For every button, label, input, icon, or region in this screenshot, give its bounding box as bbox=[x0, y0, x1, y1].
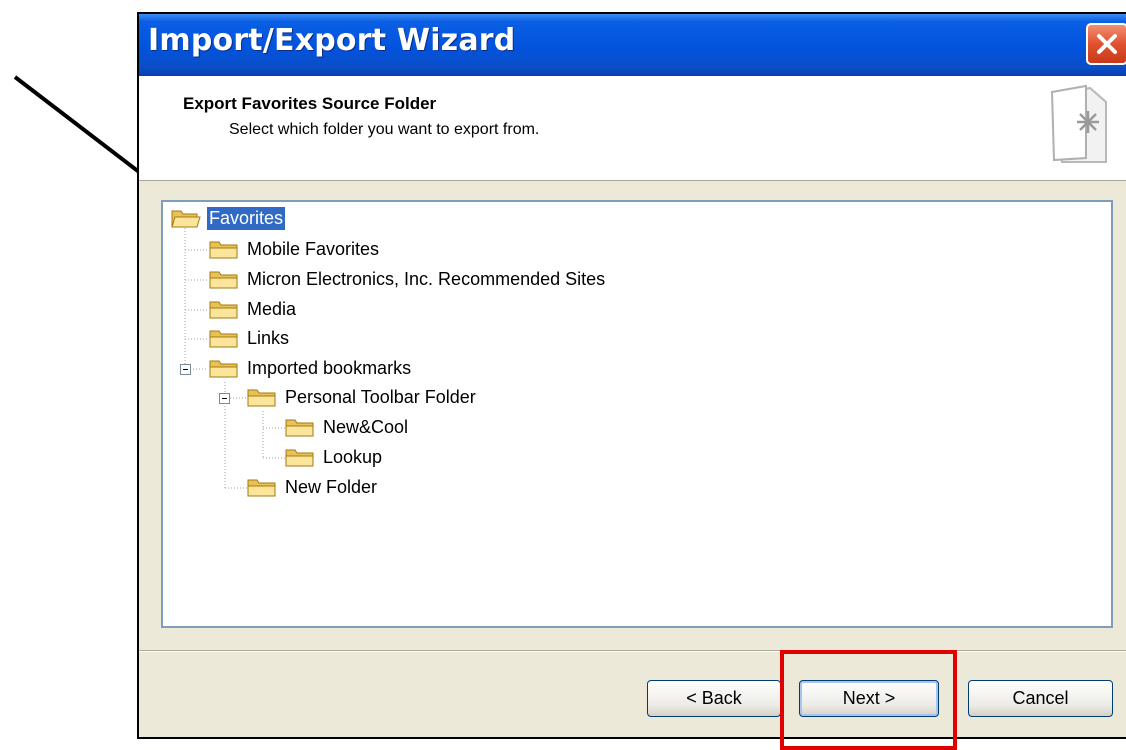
folder-icon bbox=[209, 330, 238, 348]
tree-node-label: Imported bookmarks bbox=[247, 357, 412, 378]
page-subtitle: Select which folder you want to export f… bbox=[229, 121, 540, 138]
folder-icon bbox=[209, 241, 238, 259]
tree-node-imported-bookmarks[interactable]: Imported bookmarks bbox=[209, 355, 413, 381]
tree-node-new-folder[interactable]: New Folder bbox=[247, 474, 379, 500]
wizard-header: Export Favorites Source Folder Select wh… bbox=[139, 76, 1126, 181]
tree-node-micron-recommended-sites[interactable]: Micron Electronics, Inc. Recommended Sit… bbox=[209, 266, 607, 292]
folder-icon bbox=[209, 301, 238, 319]
open-folder-icon bbox=[171, 210, 201, 228]
tree-node-label: Personal Toolbar Folder bbox=[285, 386, 476, 407]
tree-node-label: New Folder bbox=[285, 476, 378, 497]
back-button[interactable]: < Back bbox=[647, 680, 781, 717]
title-bar: Import/Export Wizard bbox=[139, 14, 1126, 76]
folder-icon bbox=[285, 449, 314, 467]
close-icon bbox=[1097, 34, 1117, 54]
page-title: Export Favorites Source Folder bbox=[183, 94, 437, 113]
folder-icon bbox=[247, 479, 276, 497]
tree-node-favorites[interactable]: Favorites bbox=[171, 205, 286, 231]
tree-node-label: Media bbox=[247, 298, 297, 319]
tree-node-label: Lookup bbox=[323, 446, 383, 467]
collapse-personal-toolbar-folder[interactable] bbox=[219, 393, 230, 404]
tree-node-label: Favorites bbox=[207, 206, 286, 230]
folder-icon bbox=[285, 419, 314, 437]
footer-divider bbox=[139, 650, 1126, 652]
tree-node-label: New&Cool bbox=[323, 416, 409, 437]
tree-node-label: Links bbox=[247, 327, 290, 348]
folder-icon bbox=[247, 389, 276, 407]
wizard-document-icon bbox=[1050, 84, 1107, 163]
folder-icon bbox=[209, 360, 238, 378]
cancel-button[interactable]: Cancel bbox=[968, 680, 1113, 717]
tree-node-mobile-favorites[interactable]: Mobile Favorites bbox=[209, 236, 381, 262]
collapse-imported-bookmarks[interactable] bbox=[180, 364, 191, 375]
tree-node-links[interactable]: Links bbox=[209, 325, 291, 351]
close-button[interactable] bbox=[1086, 23, 1126, 65]
folder-icon bbox=[209, 271, 238, 289]
wizard-window: Import/Export Wizard Export Favorites So… bbox=[137, 12, 1126, 739]
window-title: Import/Export Wizard bbox=[148, 23, 516, 58]
tree-node-personal-toolbar-folder[interactable]: Personal Toolbar Folder bbox=[247, 384, 478, 410]
annotation-highlight-box bbox=[780, 650, 957, 750]
tree-node-new-and-cool[interactable]: New&Cool bbox=[285, 414, 410, 440]
tree-node-media[interactable]: Media bbox=[209, 296, 298, 322]
tree-node-label: Micron Electronics, Inc. Recommended Sit… bbox=[247, 268, 606, 289]
tree-node-label: Mobile Favorites bbox=[247, 238, 380, 259]
tree-node-lookup[interactable]: Lookup bbox=[285, 444, 384, 470]
folder-tree[interactable]: Favorites Mobile Favorites Micron Electr… bbox=[161, 200, 1113, 628]
